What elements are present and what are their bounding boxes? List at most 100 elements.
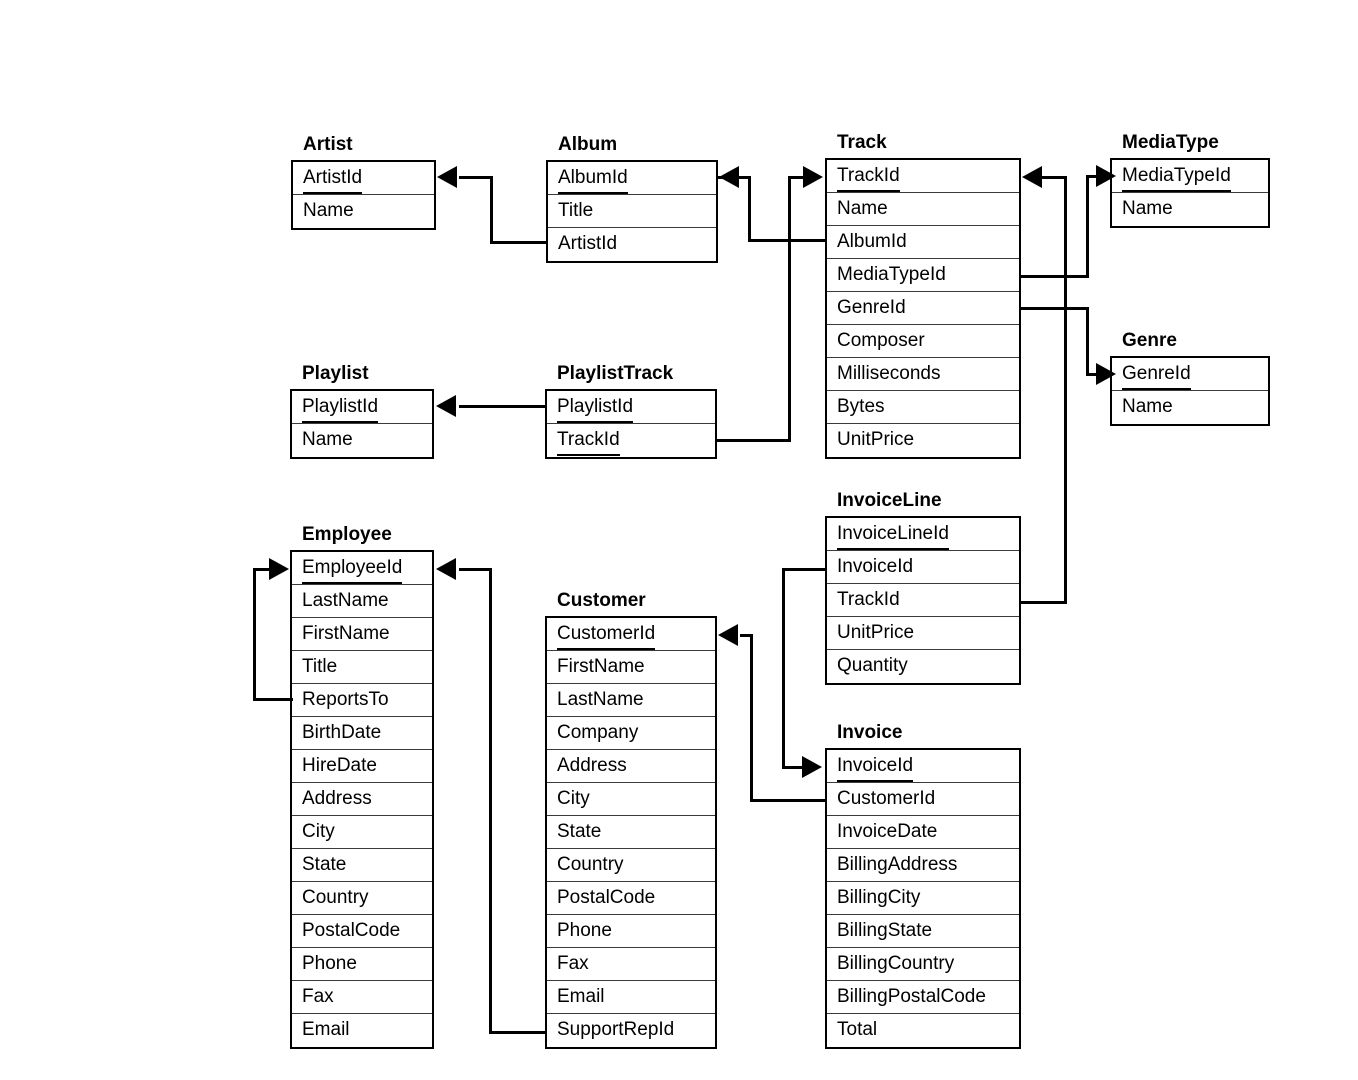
field-label: State: [302, 854, 347, 875]
field-row[interactable]: Fax: [292, 981, 432, 1014]
entity-title-playlisttrack: PlaylistTrack: [557, 363, 674, 384]
field-row[interactable]: LastName: [547, 684, 715, 717]
field-label: Company: [557, 722, 639, 743]
field-label: BirthDate: [302, 722, 382, 743]
field-row[interactable]: TrackId: [827, 160, 1019, 193]
field-label: Address: [302, 788, 372, 809]
field-label: City: [557, 788, 590, 809]
field-row[interactable]: InvoiceLineId: [827, 518, 1019, 551]
field-row[interactable]: AlbumId: [548, 162, 716, 195]
entity-field-list-genre: GenreId Name: [1110, 356, 1270, 426]
field-row[interactable]: PostalCode: [292, 915, 432, 948]
field-label: Country: [302, 887, 369, 908]
field-label: BillingState: [837, 920, 933, 941]
field-row[interactable]: Name: [827, 193, 1019, 226]
field-row[interactable]: GenreId: [827, 292, 1019, 325]
field-row[interactable]: BillingState: [827, 915, 1019, 948]
field-row[interactable]: BillingCountry: [827, 948, 1019, 981]
field-label: InvoiceId: [837, 556, 914, 577]
field-row[interactable]: UnitPrice: [827, 424, 1019, 457]
field-row[interactable]: InvoiceId: [827, 750, 1019, 783]
arrowhead-icon-pt_playlist: [436, 395, 456, 417]
field-row[interactable]: Total: [827, 1014, 1019, 1047]
field-row[interactable]: EmployeeId: [292, 552, 432, 585]
arrowhead-icon-il_invoice: [802, 756, 822, 778]
field-row[interactable]: Name: [293, 195, 434, 228]
field-row[interactable]: MediaTypeId: [827, 259, 1019, 292]
field-label: State: [557, 821, 602, 842]
field-row[interactable]: FirstName: [292, 618, 432, 651]
field-row[interactable]: PlaylistId: [547, 391, 715, 424]
entity-field-list-playlist: PlaylistId Name: [290, 389, 434, 459]
field-row[interactable]: Milliseconds: [827, 358, 1019, 391]
field-row[interactable]: PostalCode: [547, 882, 715, 915]
field-row[interactable]: Composer: [827, 325, 1019, 358]
field-row[interactable]: BillingPostalCode: [827, 981, 1019, 1014]
connector-line-pt_track: [788, 176, 791, 442]
field-row[interactable]: City: [292, 816, 432, 849]
connector-line-customer_employee: [489, 568, 492, 1034]
field-row[interactable]: Address: [292, 783, 432, 816]
field-row[interactable]: LastName: [292, 585, 432, 618]
field-row[interactable]: State: [292, 849, 432, 882]
field-label: EmployeeId: [302, 554, 403, 584]
arrowhead-icon-employee_self: [269, 558, 289, 580]
field-row[interactable]: Quantity: [827, 650, 1019, 683]
field-label: BillingCity: [837, 887, 921, 908]
arrowhead-icon-pt_track: [803, 166, 823, 188]
field-row[interactable]: State: [547, 816, 715, 849]
field-row[interactable]: ArtistId: [548, 228, 716, 261]
field-label: SupportRepId: [557, 1019, 675, 1040]
field-row[interactable]: BillingCity: [827, 882, 1019, 915]
field-row[interactable]: MediaTypeId: [1112, 160, 1268, 193]
field-row[interactable]: TrackId: [547, 424, 715, 457]
field-row[interactable]: UnitPrice: [827, 617, 1019, 650]
field-row[interactable]: BillingAddress: [827, 849, 1019, 882]
field-label: Email: [302, 1019, 350, 1040]
field-row[interactable]: CustomerId: [827, 783, 1019, 816]
field-row[interactable]: PlaylistId: [292, 391, 432, 424]
field-row[interactable]: Title: [292, 651, 432, 684]
field-label: Fax: [302, 986, 334, 1007]
field-row[interactable]: Company: [547, 717, 715, 750]
field-row[interactable]: InvoiceId: [827, 551, 1019, 584]
connector-line-il_track: [1021, 601, 1067, 604]
field-row[interactable]: Fax: [547, 948, 715, 981]
field-row[interactable]: Name: [1112, 193, 1268, 226]
field-row[interactable]: Title: [548, 195, 716, 228]
field-row[interactable]: ReportsTo: [292, 684, 432, 717]
field-row[interactable]: Phone: [547, 915, 715, 948]
entity-field-list-customer: CustomerId FirstName LastName Company Addres…: [545, 616, 717, 1049]
entity-title-mediatype: MediaType: [1122, 132, 1219, 153]
field-row[interactable]: HireDate: [292, 750, 432, 783]
field-row[interactable]: SupportRepId: [547, 1014, 715, 1047]
field-row[interactable]: Email: [292, 1014, 432, 1047]
entity-field-list-mediatype: MediaTypeId Name: [1110, 158, 1270, 228]
field-label: Name: [1122, 198, 1173, 219]
field-row[interactable]: AlbumId: [827, 226, 1019, 259]
field-row[interactable]: InvoiceDate: [827, 816, 1019, 849]
field-row[interactable]: Country: [547, 849, 715, 882]
field-label: Title: [558, 200, 594, 221]
field-row[interactable]: GenreId: [1112, 358, 1268, 391]
entity-field-list-artist: ArtistId Name: [291, 160, 436, 230]
field-row[interactable]: Name: [1112, 391, 1268, 424]
field-row[interactable]: Address: [547, 750, 715, 783]
field-row[interactable]: City: [547, 783, 715, 816]
field-row[interactable]: Phone: [292, 948, 432, 981]
field-row[interactable]: CustomerId: [547, 618, 715, 651]
field-row[interactable]: FirstName: [547, 651, 715, 684]
field-label: TrackId: [837, 162, 900, 192]
field-row[interactable]: Bytes: [827, 391, 1019, 424]
field-row[interactable]: TrackId: [827, 584, 1019, 617]
field-row[interactable]: ArtistId: [293, 162, 434, 195]
connector-line-employee_self: [253, 698, 293, 701]
field-label: AlbumId: [837, 231, 907, 252]
entity-field-list-track: TrackId Name AlbumId MediaTypeId GenreId Comp…: [825, 158, 1021, 459]
entity-title-album: Album: [558, 134, 618, 155]
field-row[interactable]: BirthDate: [292, 717, 432, 750]
arrowhead-icon-track_album: [719, 166, 739, 188]
field-row[interactable]: Country: [292, 882, 432, 915]
field-row[interactable]: Email: [547, 981, 715, 1014]
field-row[interactable]: Name: [292, 424, 432, 457]
